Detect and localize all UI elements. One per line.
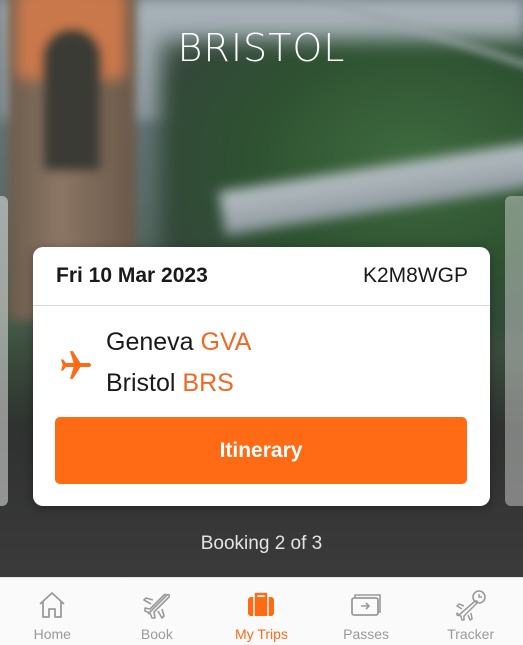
suitcase-icon	[248, 592, 275, 616]
booking-position: Booking 2 of 3	[200, 533, 323, 554]
boarding-pass-icon	[351, 594, 381, 616]
tab-passes-label: Passes	[343, 626, 390, 642]
tab-home[interactable]: Home	[0, 578, 105, 645]
booking-card-header: Fri 10 Mar 2023 K2M8WGP	[33, 247, 490, 306]
plane-icon	[143, 593, 170, 619]
flight-date: Fri 10 Mar 2023	[56, 264, 208, 287]
next-booking-card[interactable]	[505, 196, 523, 506]
tab-book[interactable]: Book	[105, 578, 210, 645]
origin: Geneva GVA	[106, 328, 251, 357]
flight-tracker-icon	[455, 590, 486, 621]
destination-city: Bristol	[106, 369, 176, 397]
tab-tracker[interactable]: Tracker	[418, 578, 523, 645]
bottom-tab-bar: Home Book My Trips Passes Tracker	[0, 577, 523, 645]
booking-reference: K2M8WGP	[362, 264, 468, 287]
tab-my-trips-label: My Trips	[235, 626, 288, 642]
origin-city: Geneva	[106, 328, 194, 356]
tab-my-trips[interactable]: My Trips	[209, 578, 314, 645]
previous-booking-card[interactable]	[0, 196, 8, 506]
origin-code: GVA	[200, 328, 252, 356]
flight-route: Geneva GVA Bristol BRS	[33, 306, 490, 416]
itinerary-button[interactable]: Itinerary	[55, 417, 467, 484]
tab-book-label: Book	[140, 626, 173, 642]
tab-home-label: Home	[33, 626, 71, 642]
destination-title: BRISTOL	[177, 26, 346, 70]
home-icon	[39, 592, 65, 618]
destination-code: BRS	[182, 369, 234, 397]
plane-icon	[60, 351, 92, 379]
tab-tracker-label: Tracker	[447, 626, 495, 642]
tab-passes[interactable]: Passes	[314, 578, 419, 645]
destination: Bristol BRS	[106, 369, 234, 398]
booking-card[interactable]: Fri 10 Mar 2023 K2M8WGP Geneva GVA Brist…	[33, 247, 490, 506]
